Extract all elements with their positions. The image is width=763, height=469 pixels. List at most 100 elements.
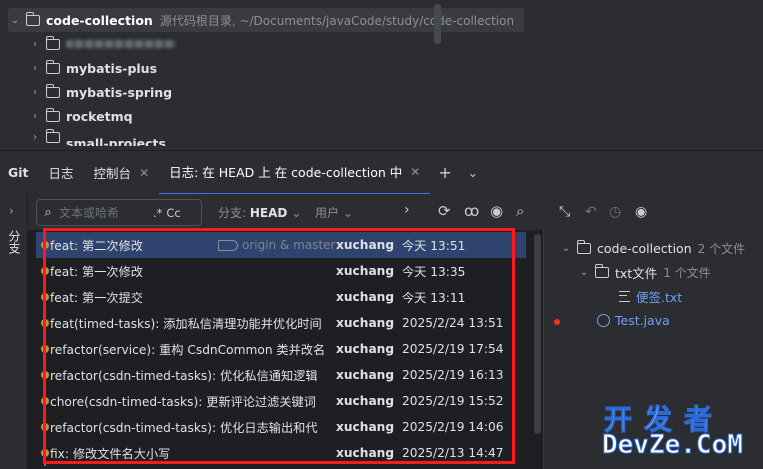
chevron-right-icon[interactable]: › [9, 204, 14, 218]
commit-date: 2025/2/24 13:51 [402, 316, 504, 330]
graph-node [41, 345, 49, 353]
chevron-right-icon[interactable]: › [28, 39, 42, 50]
commit-list: feat: 第二次修改 origin & master xuchang 今天 1… [28, 232, 526, 469]
case-toggle[interactable]: Cc [166, 206, 180, 220]
undo-icon[interactable]: ↶ [585, 204, 597, 220]
tree-scrollbar[interactable] [434, 4, 441, 44]
tree-row-small-projects[interactable]: › small-projects [28, 128, 166, 146]
tree-root-row[interactable]: ⌄ code-collection 源代码根目录, ~/Documents/ja… [8, 8, 524, 32]
commit-author: xuchang [336, 342, 395, 356]
chevron-right-icon[interactable]: › [28, 111, 42, 122]
folder-icon [25, 11, 40, 26]
user-filter[interactable]: 用户 ⌄ [315, 204, 353, 221]
annotation-red-dot [554, 319, 560, 325]
chevron-down-icon[interactable]: ⌄ [460, 166, 486, 180]
refresh-icon[interactable]: ⟳ [438, 202, 451, 220]
branches-toggle[interactable]: 分支 [6, 230, 23, 254]
commit-row[interactable]: refactor(service): 重构 CsdnCommon 类并改名 xu… [36, 336, 526, 362]
git-log-panel: ⌕ .* Cc 分支: HEAD ⌄ 用户 ⌄ › ⟳ ꝏ ◉ ⌕ feat: … [28, 194, 544, 469]
chevron-down-icon[interactable]: ⌄ [8, 15, 22, 26]
chevron-right-icon[interactable]: › [404, 202, 410, 218]
chevron-right-icon[interactable]: › [28, 87, 42, 98]
graph-node [41, 267, 49, 275]
tab-log[interactable]: 日志 [39, 151, 84, 195]
log-scrollbar[interactable] [534, 234, 541, 434]
tree-row-rocketmq[interactable]: › rocketmq [28, 104, 133, 128]
tree-row-mybatis-plus[interactable]: › mybatis-plus [28, 56, 157, 80]
changes-folder-row[interactable]: ⌄ txt文件 1 个文件 [577, 261, 711, 283]
changed-file-row[interactable]: 便签.txt [619, 285, 682, 307]
commit-row[interactable]: feat: 第二次修改 origin & master xuchang 今天 1… [36, 232, 526, 258]
close-icon[interactable]: ✕ [139, 166, 149, 180]
tab-console[interactable]: 控制台 ✕ [84, 151, 160, 195]
graph-node [41, 397, 49, 405]
folder-icon [45, 107, 60, 122]
commit-date: 今天 13:35 [402, 265, 466, 279]
commit-date: 2025/2/19 14:06 [402, 420, 504, 434]
tree-row-mybatis-spring[interactable]: › mybatis-spring [28, 80, 172, 104]
commit-author: xuchang [336, 290, 395, 304]
user-filter-label: 用户 [315, 206, 340, 220]
changes-root-row[interactable]: ⌄ code-collection 2 个文件 [559, 237, 745, 259]
project-tree: ⌄ code-collection 源代码根目录, ~/Documents/ja… [0, 0, 763, 150]
chevron-down-icon[interactable]: ⌄ [577, 267, 591, 278]
search-box[interactable]: ⌕ .* Cc [36, 199, 202, 226]
commit-author: xuchang [336, 238, 395, 252]
plus-icon[interactable]: + [430, 163, 459, 182]
log-toolbar: ⌕ .* Cc 分支: HEAD ⌄ 用户 ⌄ › ⟳ ꝏ ◉ ⌕ [28, 194, 544, 230]
java-file-icon [597, 313, 610, 327]
graph-node [41, 371, 49, 379]
commit-row[interactable]: fix: 修改文件名大小写 xuchang 2025/2/13 14:47 [36, 440, 526, 466]
tab-active-log[interactable]: 日志: 在 HEAD 上 在 code-collection 中 ✕ [159, 151, 431, 195]
blurred-module-name [66, 40, 176, 48]
changed-file-name: Test.java [615, 312, 670, 328]
changes-root-name: code-collection [597, 240, 692, 256]
chevron-right-icon[interactable]: › [28, 132, 42, 143]
history-icon[interactable]: ◷ [609, 204, 621, 220]
commit-row[interactable]: feat: 第一次提交 xuchang 今天 13:11 [36, 284, 526, 310]
changed-file-row[interactable]: Test.java [597, 309, 670, 331]
tree-row-blurred[interactable]: › [28, 32, 176, 56]
commit-date: 今天 13:51 [402, 239, 466, 253]
close-icon[interactable]: ✕ [410, 165, 420, 179]
commit-author: xuchang [336, 264, 395, 278]
cherry-pick-icon[interactable]: ꝏ [464, 202, 479, 220]
eye-icon[interactable]: ◉ [635, 204, 647, 220]
regex-toggle[interactable]: .* [153, 206, 162, 220]
commit-message: refactor(service): 重构 CsdnCommon 类并改名 [50, 343, 326, 357]
module-name: mybatis-plus [66, 60, 158, 76]
commit-message: refactor(csdn-timed-tasks): 优化日志输出和代 [50, 421, 318, 435]
commit-date: 2025/2/19 17:54 [402, 342, 504, 356]
graph-node [41, 423, 49, 431]
commit-row[interactable]: feat(timed-tasks): 添加私信清理功能并优化时间 xuchang… [36, 310, 526, 336]
commit-row[interactable]: refactor(csdn-timed-tasks): 优化日志输出和代 xuc… [36, 414, 526, 440]
eye-icon[interactable]: ◉ [490, 202, 503, 220]
commit-author: xuchang [336, 446, 395, 460]
commit-row[interactable]: chore(csdn-timed-tasks): 更新评论过滤关键词 xucha… [36, 388, 526, 414]
commit-message: feat: 第一次修改 [50, 265, 143, 279]
branch-filter-value: HEAD [249, 206, 288, 220]
folder-icon [594, 263, 609, 278]
search-icon[interactable]: ⌕ [516, 202, 524, 220]
module-name: rocketmq [66, 108, 133, 124]
expand-icon[interactable]: ⤡ [559, 204, 570, 220]
commit-date: 2025/2/13 14:47 [402, 446, 504, 460]
search-icon[interactable]: ⌕ [37, 205, 59, 220]
commit-date: 今天 13:11 [402, 291, 466, 305]
graph-node [41, 293, 49, 301]
chevron-down-icon[interactable]: ⌄ [559, 243, 573, 254]
commit-author: xuchang [336, 368, 395, 382]
tab-git[interactable]: Git [0, 151, 39, 195]
commit-row[interactable]: refactor(csdn-timed-tasks): 优化私信通知逻辑 xuc… [36, 362, 526, 388]
tab-active-log-label: 日志: 在 HEAD 上 在 code-collection 中 [169, 165, 403, 180]
search-input[interactable] [59, 205, 149, 220]
tree-root-path: 源代码根目录, ~/Documents/javaCode/study/code-… [159, 13, 515, 28]
commit-refs-label: origin & master [242, 238, 336, 252]
changed-file-name: 便签.txt [636, 289, 683, 305]
branch-filter[interactable]: 分支: HEAD ⌄ [218, 204, 301, 221]
chevron-down-icon: ⌄ [342, 206, 353, 220]
commit-message: refactor(csdn-timed-tasks): 优化私信通知逻辑 [50, 369, 318, 383]
chevron-right-icon[interactable]: › [28, 63, 42, 74]
commit-message: feat(timed-tasks): 添加私信清理功能并优化时间 [50, 317, 322, 331]
commit-row[interactable]: feat: 第一次修改 xuchang 今天 13:35 [36, 258, 526, 284]
